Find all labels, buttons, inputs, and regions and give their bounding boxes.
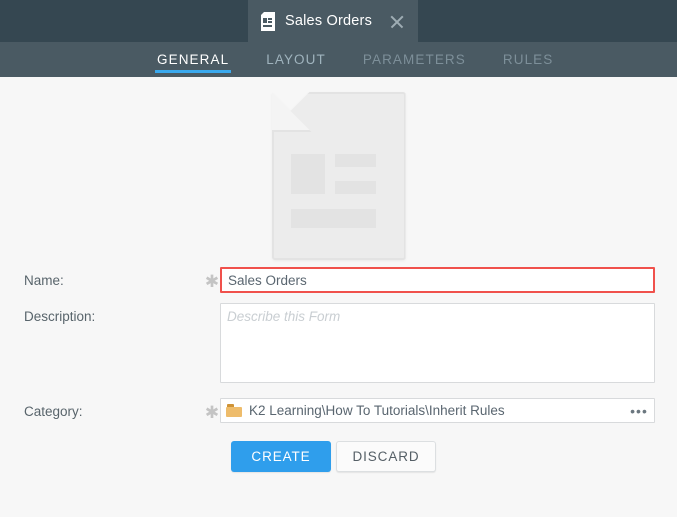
tab-parameters[interactable]: PARAMETERS <box>361 42 468 77</box>
tab-layout[interactable]: LAYOUT <box>264 42 328 77</box>
tab-rules[interactable]: RULES <box>501 42 556 77</box>
general-tab-panel: Name: ✱ Description: Category: ✱ <box>0 77 677 517</box>
tab-rules-label: RULES <box>502 52 554 67</box>
category-label: Category: <box>24 404 83 419</box>
document-tab-title: Sales Orders <box>285 13 373 29</box>
nav-tab-strip: GENERAL LAYOUT PARAMETERS RULES <box>0 42 677 77</box>
description-textarea[interactable] <box>220 303 655 383</box>
create-button[interactable]: CREATE <box>231 441 331 472</box>
field-row-description: Description: <box>24 303 655 388</box>
field-row-name: Name: ✱ <box>24 267 655 293</box>
description-label: Description: <box>24 309 96 324</box>
tab-general-label: GENERAL <box>157 52 230 67</box>
field-row-category: Category: ✱ K2 Learning\How To Tutorials… <box>24 398 655 423</box>
tab-general[interactable]: GENERAL <box>155 42 232 77</box>
name-input[interactable] <box>220 267 655 293</box>
tab-parameters-label: PARAMETERS <box>362 52 466 67</box>
name-required-marker: ✱ <box>204 272 220 291</box>
folder-icon <box>226 404 242 417</box>
category-required-marker: ✱ <box>204 403 220 422</box>
close-icon[interactable] <box>386 10 408 32</box>
top-bar: Sales Orders <box>0 0 677 42</box>
hero-illustration-area <box>0 77 677 267</box>
tab-layout-label: LAYOUT <box>266 52 326 67</box>
category-picker[interactable]: K2 Learning\How To Tutorials\Inherit Rul… <box>220 398 655 423</box>
action-button-bar: CREATE DISCARD <box>0 441 677 472</box>
form-document-illustration-icon <box>271 92 406 260</box>
form-fields: Name: ✱ Description: Category: ✱ <box>0 267 677 423</box>
category-browse-button[interactable]: ••• <box>628 400 650 421</box>
form-document-icon <box>260 11 276 31</box>
category-value: K2 Learning\How To Tutorials\Inherit Rul… <box>249 403 505 418</box>
document-tab-sales-orders[interactable]: Sales Orders <box>248 0 418 42</box>
name-label: Name: <box>24 273 64 288</box>
discard-button[interactable]: DISCARD <box>336 441 436 472</box>
